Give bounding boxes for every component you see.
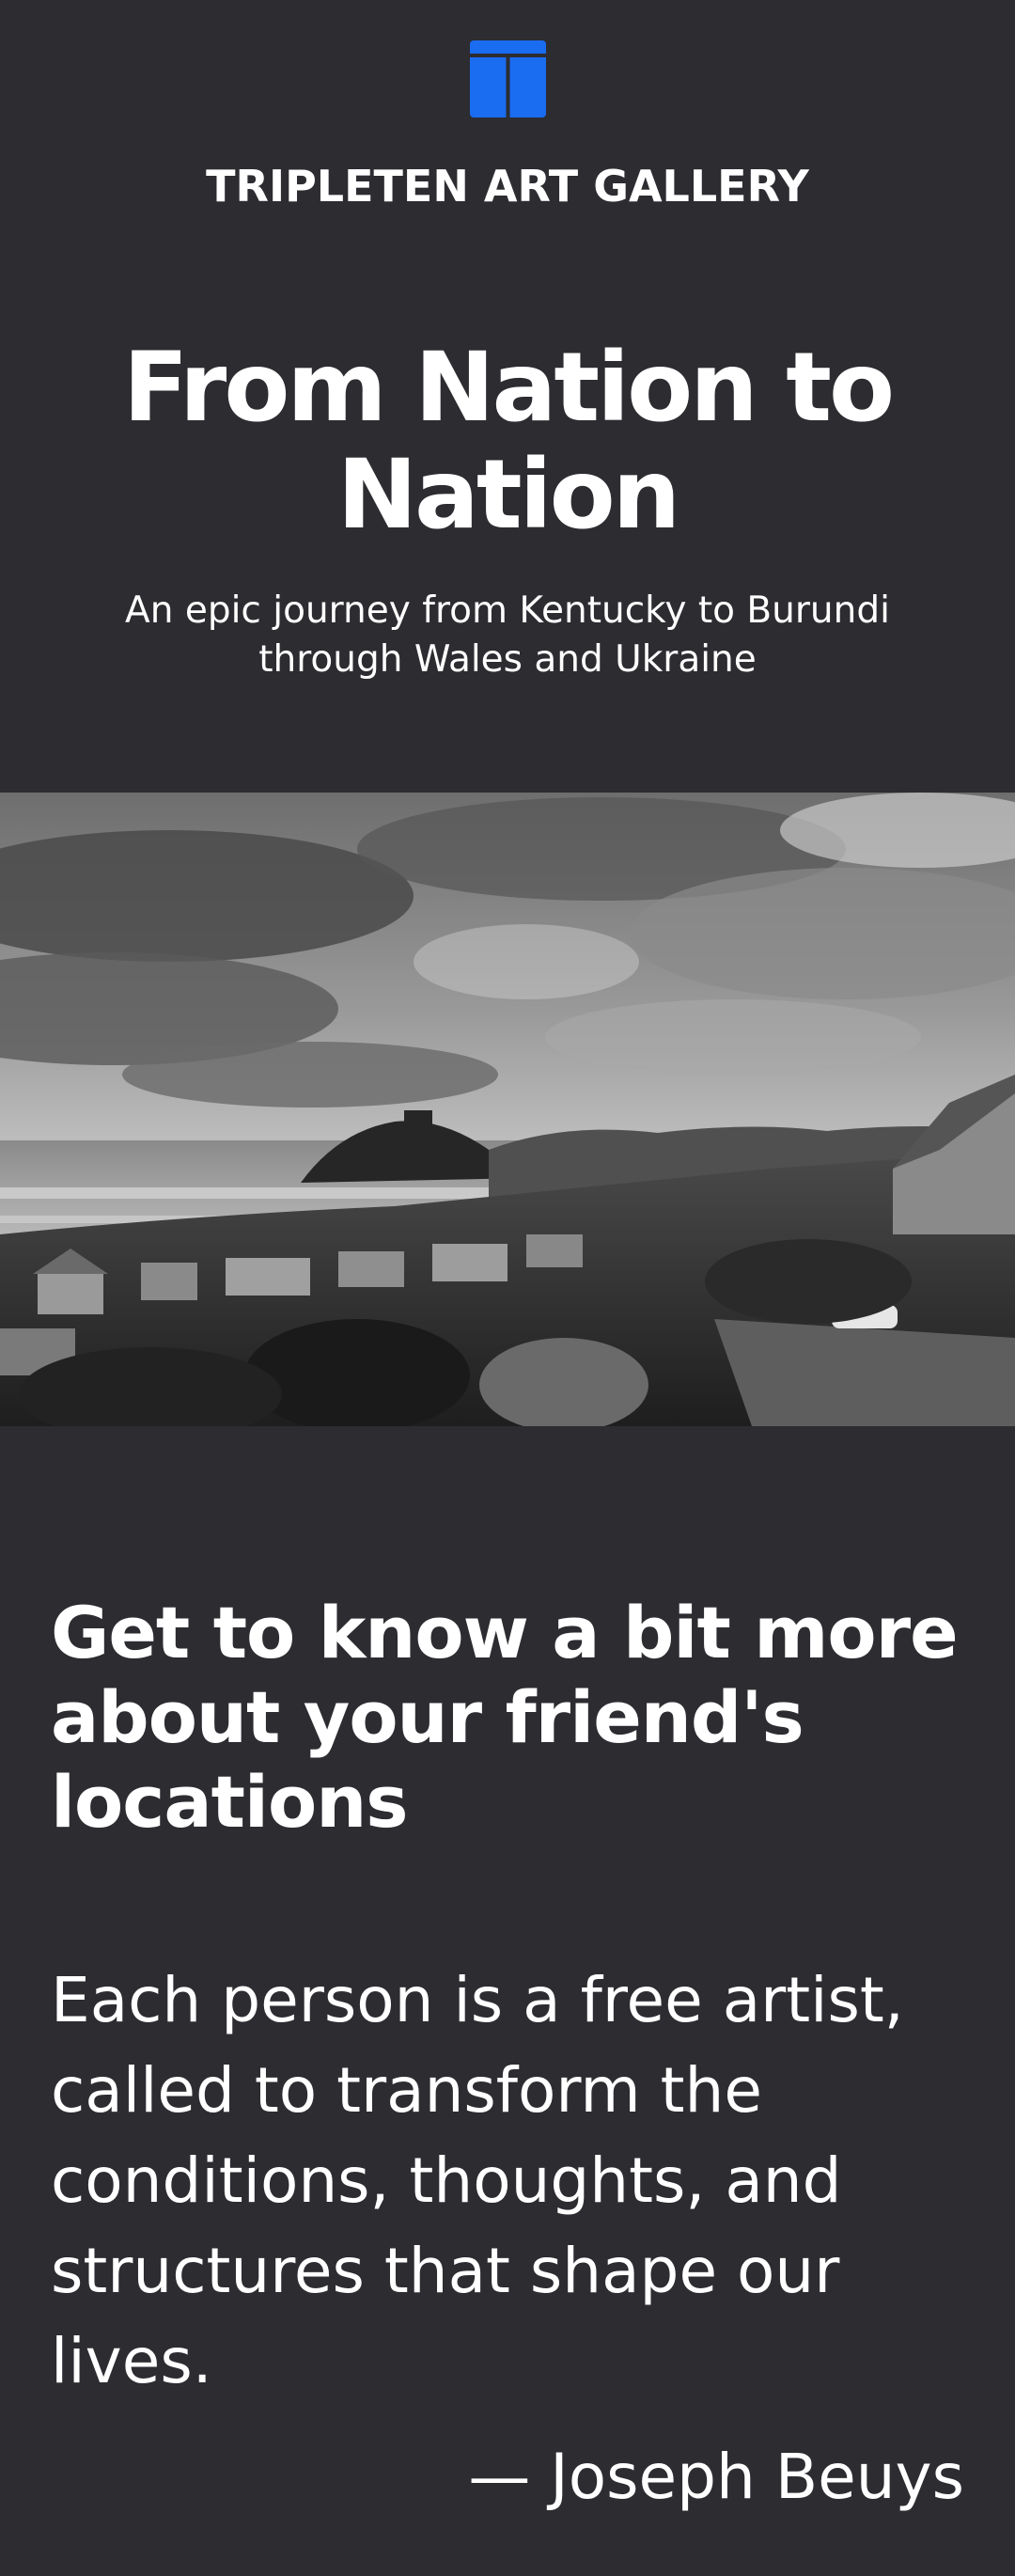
gallery-logo-icon[interactable]	[470, 40, 546, 118]
page-subtitle: An epic journey from Kentucky to Burundi…	[125, 589, 890, 681]
hero-photo	[0, 793, 1015, 1426]
quote-author: — Joseph Beuys	[468, 2441, 964, 2513]
section-heading: Get to know a bit more about your friend…	[51, 1591, 959, 1844]
page-title: From Nation to Nation	[122, 332, 895, 551]
quote-text: Each person is a free artist, called to …	[51, 1964, 904, 2397]
brand-name: TRIPLETEN ART GALLERY	[206, 161, 809, 212]
